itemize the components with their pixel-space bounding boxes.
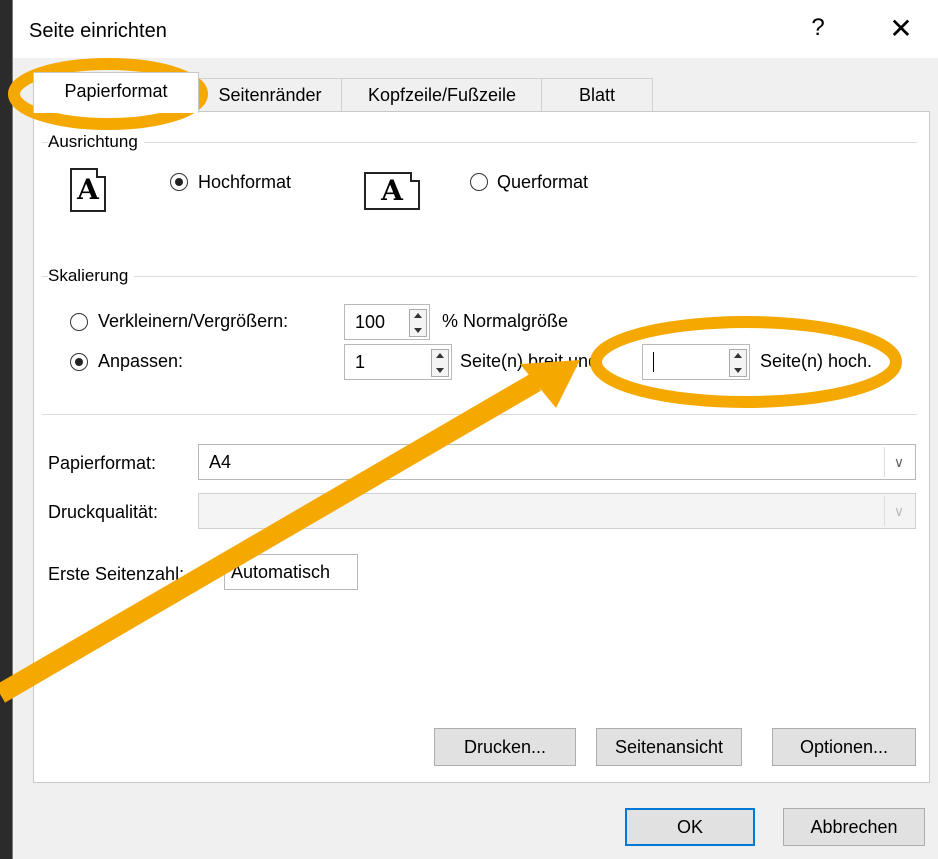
title-bar: Seite einrichten ? ✕ xyxy=(13,0,938,58)
first-page-number-label: Erste Seitenzahl: xyxy=(48,564,185,584)
page-setup-dialog: Seite einrichten ? ✕ Papierformat Seiten… xyxy=(12,0,938,859)
dialog-title: Seite einrichten xyxy=(29,20,167,42)
ok-button[interactable]: OK xyxy=(625,808,755,846)
print-preview-button[interactable]: Seitenansicht xyxy=(596,728,742,766)
resize-percent-value: 100 xyxy=(355,312,386,332)
fit-tall-stepper[interactable] xyxy=(642,344,750,380)
scaling-group-line xyxy=(42,276,917,277)
chevron-down-icon[interactable]: ∨ xyxy=(884,447,913,477)
fit-wide-spin-arrows[interactable] xyxy=(431,349,449,377)
tab-blatt[interactable]: Blatt xyxy=(541,78,653,111)
paper-size-select[interactable]: A4 ∨ xyxy=(198,444,916,480)
cancel-button[interactable]: Abbrechen xyxy=(783,808,925,846)
fit-tall-spin-arrows[interactable] xyxy=(729,349,747,377)
tab-panel-papierformat: Ausrichtung A Hochformat A Querformat Sk… xyxy=(33,111,930,783)
scaling-group-label: Skalierung xyxy=(48,266,135,286)
options-button[interactable]: Optionen... xyxy=(772,728,916,766)
fit-wide-suffix: Seite(n) breit und xyxy=(460,351,599,371)
separator-line xyxy=(42,414,917,415)
first-page-number-input[interactable]: Automatisch xyxy=(224,554,358,590)
landscape-icon-letter: A xyxy=(381,174,403,207)
print-quality-select[interactable]: ∨ xyxy=(198,493,916,529)
print-quality-label: Druckqualität: xyxy=(48,502,159,522)
fit-label: Anpassen: xyxy=(98,351,184,371)
landscape-page-icon: A xyxy=(364,172,420,210)
print-button[interactable]: Drucken... xyxy=(434,728,576,766)
fit-wide-value: 1 xyxy=(355,352,366,372)
paper-size-value: A4 xyxy=(209,452,232,472)
fit-wide-stepper[interactable]: 1 xyxy=(344,344,452,380)
help-button[interactable]: ? xyxy=(803,14,833,42)
resize-percent-stepper[interactable]: 100 xyxy=(344,304,430,340)
resize-label: Verkleinern/Vergrößern: xyxy=(98,311,289,331)
orientation-group-label: Ausrichtung xyxy=(48,132,144,152)
resize-radio[interactable] xyxy=(70,313,88,331)
tab-papierformat[interactable]: Papierformat xyxy=(33,72,199,113)
fit-tall-suffix: Seite(n) hoch. xyxy=(760,351,873,371)
chevron-down-icon[interactable]: ∨ xyxy=(884,496,913,526)
portrait-label: Hochformat xyxy=(198,172,292,192)
portrait-icon-letter: A xyxy=(77,173,99,206)
tab-kopfzeile-fusszeile[interactable]: Kopfzeile/Fußzeile xyxy=(341,78,543,111)
close-button[interactable]: ✕ xyxy=(881,12,921,45)
fit-tall-value xyxy=(653,352,654,372)
resize-spin-arrows[interactable] xyxy=(409,309,427,337)
fit-radio[interactable] xyxy=(70,353,88,371)
landscape-radio[interactable] xyxy=(470,173,488,191)
tab-seitenraender[interactable]: Seitenränder xyxy=(197,78,343,111)
portrait-page-icon: A xyxy=(70,168,106,212)
landscape-label: Querformat xyxy=(497,172,589,192)
resize-suffix: % Normalgröße xyxy=(442,311,569,331)
orientation-group-line xyxy=(42,142,917,143)
paper-size-label: Papierformat: xyxy=(48,453,157,473)
portrait-radio[interactable] xyxy=(170,173,188,191)
